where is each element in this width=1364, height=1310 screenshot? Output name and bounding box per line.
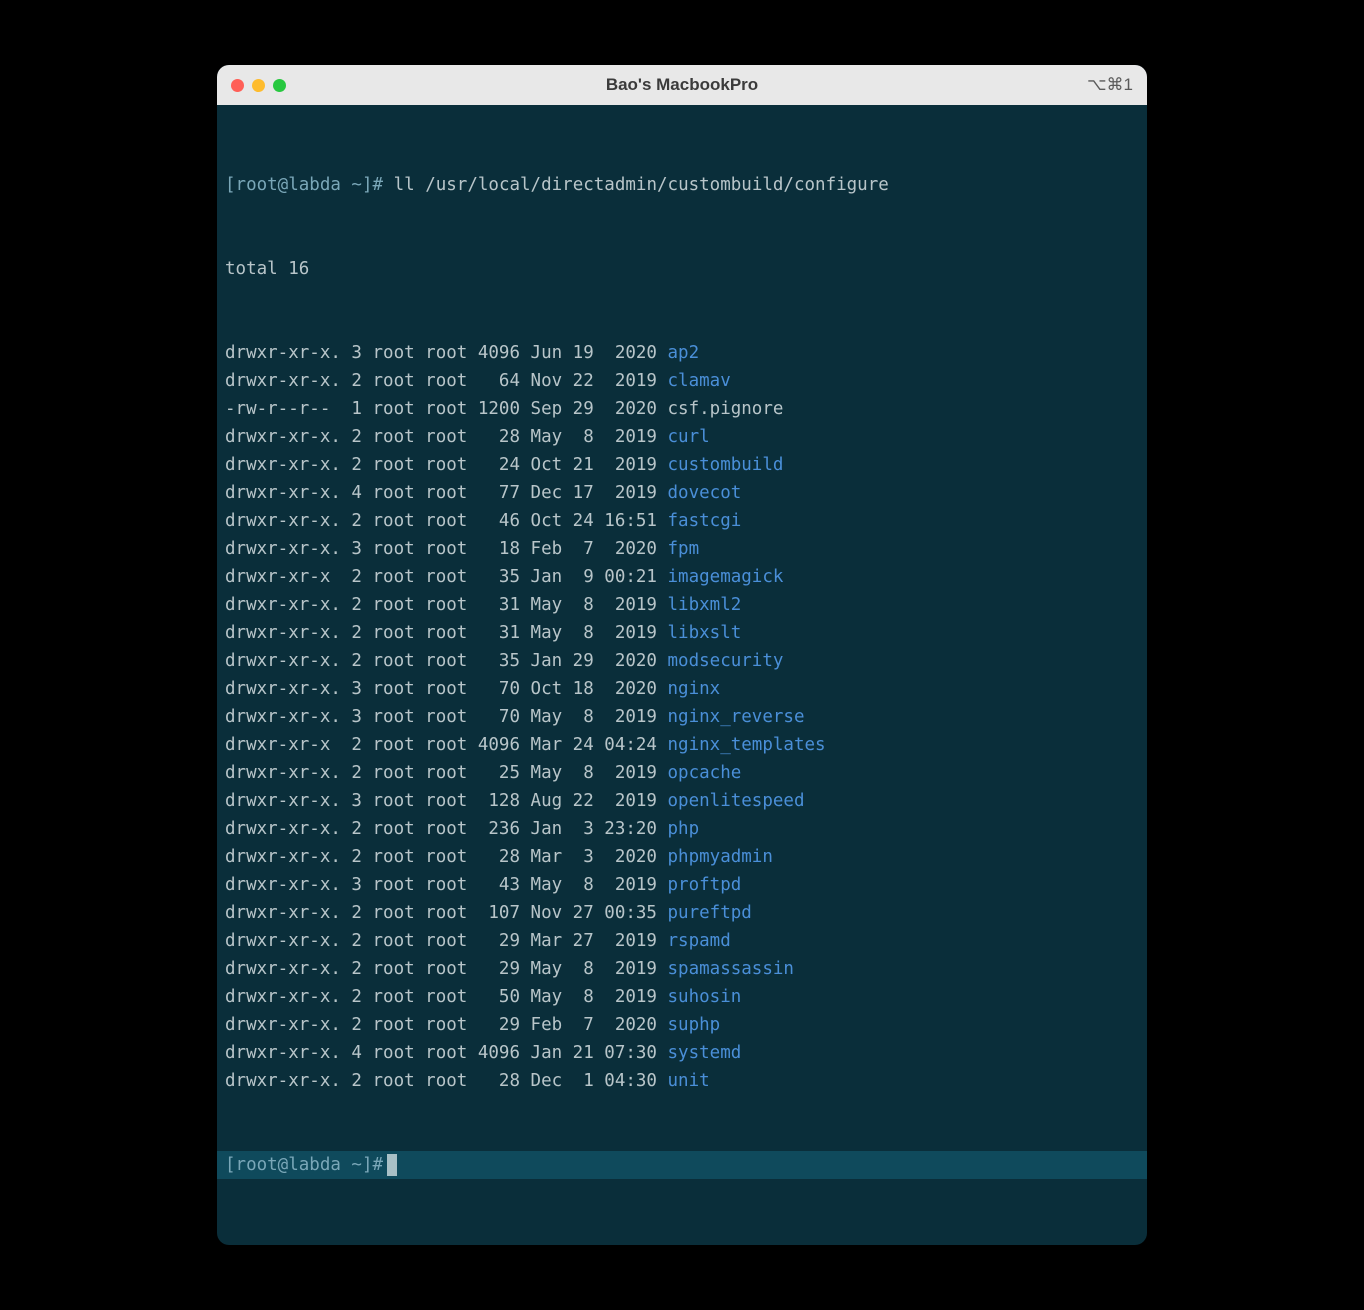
maximize-button[interactable]: [273, 79, 286, 92]
list-item: -rw-r--r-- 1 root root 1200 Sep 29 2020 …: [225, 395, 1139, 423]
file-meta: drwxr-xr-x. 3 root root 70 May 8 2019: [225, 707, 668, 727]
directory-name: proftpd: [668, 875, 742, 895]
list-item: drwxr-xr-x. 3 root root 70 May 8 2019 ng…: [225, 703, 1139, 731]
close-button[interactable]: [231, 79, 244, 92]
directory-name: suhosin: [668, 987, 742, 1007]
list-item: drwxr-xr-x. 3 root root 18 Feb 7 2020 fp…: [225, 535, 1139, 563]
file-meta: drwxr-xr-x 2 root root 35 Jan 9 00:21: [225, 567, 668, 587]
list-item: drwxr-xr-x. 2 root root 24 Oct 21 2019 c…: [225, 451, 1139, 479]
list-item: drwxr-xr-x. 2 root root 31 May 8 2019 li…: [225, 619, 1139, 647]
terminal-content[interactable]: [root@labda ~]# ll /usr/local/directadmi…: [217, 105, 1147, 1245]
file-meta: drwxr-xr-x. 2 root root 31 May 8 2019: [225, 595, 668, 615]
current-prompt-line[interactable]: [root@labda ~]#: [217, 1151, 1147, 1179]
list-item: drwxr-xr-x. 2 root root 50 May 8 2019 su…: [225, 983, 1139, 1011]
file-meta: drwxr-xr-x. 3 root root 128 Aug 22 2019: [225, 791, 668, 811]
minimize-button[interactable]: [252, 79, 265, 92]
file-meta: drwxr-xr-x. 2 root root 25 May 8 2019: [225, 763, 668, 783]
command-text: ll /usr/local/directadmin/custombuild/co…: [394, 175, 889, 195]
directory-name: phpmyadmin: [668, 847, 773, 867]
directory-name: suphp: [668, 1015, 721, 1035]
list-item: drwxr-xr-x. 3 root root 4096 Jun 19 2020…: [225, 339, 1139, 367]
directory-name: opcache: [668, 763, 742, 783]
directory-name: libxml2: [668, 595, 742, 615]
file-meta: drwxr-xr-x 2 root root 4096 Mar 24 04:24: [225, 735, 668, 755]
list-item: drwxr-xr-x. 2 root root 29 Mar 27 2019 r…: [225, 927, 1139, 955]
file-meta: drwxr-xr-x. 2 root root 28 May 8 2019: [225, 427, 668, 447]
list-item: drwxr-xr-x. 2 root root 107 Nov 27 00:35…: [225, 899, 1139, 927]
terminal-window: Bao's MacbookPro ⌥⌘1 [root@labda ~]# ll …: [217, 65, 1147, 1245]
list-item: drwxr-xr-x. 2 root root 31 May 8 2019 li…: [225, 591, 1139, 619]
list-item: drwxr-xr-x. 2 root root 64 Nov 22 2019 c…: [225, 367, 1139, 395]
cursor: [387, 1154, 397, 1176]
directory-name: pureftpd: [668, 903, 752, 923]
total-line: total 16: [225, 255, 1139, 283]
directory-name: dovecot: [668, 483, 742, 503]
list-item: drwxr-xr-x. 2 root root 29 Feb 7 2020 su…: [225, 1011, 1139, 1039]
directory-name: nginx: [668, 679, 721, 699]
file-meta: drwxr-xr-x. 2 root root 29 May 8 2019: [225, 959, 668, 979]
file-meta: drwxr-xr-x. 2 root root 107 Nov 27 00:35: [225, 903, 668, 923]
directory-name: custombuild: [668, 455, 784, 475]
file-meta: drwxr-xr-x. 2 root root 50 May 8 2019: [225, 987, 668, 1007]
directory-name: libxslt: [668, 623, 742, 643]
directory-name: rspamd: [668, 931, 731, 951]
file-meta: drwxr-xr-x. 3 root root 4096 Jun 19 2020: [225, 343, 668, 363]
window-shortcut: ⌥⌘1: [1087, 75, 1133, 95]
directory-name: fpm: [668, 539, 700, 559]
directory-name: imagemagick: [668, 567, 784, 587]
directory-name: fastcgi: [668, 511, 742, 531]
directory-name: modsecurity: [668, 651, 784, 671]
file-listing: drwxr-xr-x. 3 root root 4096 Jun 19 2020…: [225, 339, 1139, 1095]
window-title: Bao's MacbookPro: [217, 75, 1147, 95]
file-meta: drwxr-xr-x. 3 root root 43 May 8 2019: [225, 875, 668, 895]
list-item: drwxr-xr-x. 2 root root 29 May 8 2019 sp…: [225, 955, 1139, 983]
directory-name: unit: [668, 1071, 710, 1091]
list-item: drwxr-xr-x. 3 root root 70 Oct 18 2020 n…: [225, 675, 1139, 703]
file-meta: drwxr-xr-x. 2 root root 236 Jan 3 23:20: [225, 819, 668, 839]
file-meta: drwxr-xr-x. 2 root root 35 Jan 29 2020: [225, 651, 668, 671]
directory-name: ap2: [668, 343, 700, 363]
file-meta: drwxr-xr-x. 4 root root 4096 Jan 21 07:3…: [225, 1043, 668, 1063]
file-meta: -rw-r--r-- 1 root root 1200 Sep 29 2020: [225, 399, 668, 419]
list-item: drwxr-xr-x. 2 root root 28 Dec 1 04:30 u…: [225, 1067, 1139, 1095]
list-item: drwxr-xr-x 2 root root 4096 Mar 24 04:24…: [225, 731, 1139, 759]
prompt: [root@labda ~]#: [225, 1151, 383, 1179]
file-meta: drwxr-xr-x. 2 root root 29 Mar 27 2019: [225, 931, 668, 951]
directory-name: systemd: [668, 1043, 742, 1063]
list-item: drwxr-xr-x. 2 root root 46 Oct 24 16:51 …: [225, 507, 1139, 535]
list-item: drwxr-xr-x. 3 root root 43 May 8 2019 pr…: [225, 871, 1139, 899]
list-item: drwxr-xr-x. 3 root root 128 Aug 22 2019 …: [225, 787, 1139, 815]
file-meta: drwxr-xr-x. 2 root root 28 Mar 3 2020: [225, 847, 668, 867]
directory-name: nginx_templates: [668, 735, 826, 755]
file-meta: drwxr-xr-x. 2 root root 24 Oct 21 2019: [225, 455, 668, 475]
directory-name: clamav: [668, 371, 731, 391]
list-item: drwxr-xr-x. 2 root root 28 May 8 2019 cu…: [225, 423, 1139, 451]
titlebar: Bao's MacbookPro ⌥⌘1: [217, 65, 1147, 105]
file-meta: drwxr-xr-x. 4 root root 77 Dec 17 2019: [225, 483, 668, 503]
list-item: drwxr-xr-x. 4 root root 4096 Jan 21 07:3…: [225, 1039, 1139, 1067]
directory-name: nginx_reverse: [668, 707, 805, 727]
file-meta: drwxr-xr-x. 2 root root 31 May 8 2019: [225, 623, 668, 643]
file-meta: drwxr-xr-x. 2 root root 46 Oct 24 16:51: [225, 511, 668, 531]
prompt: [root@labda ~]#: [225, 175, 383, 195]
list-item: drwxr-xr-x 2 root root 35 Jan 9 00:21 im…: [225, 563, 1139, 591]
list-item: drwxr-xr-x. 2 root root 236 Jan 3 23:20 …: [225, 815, 1139, 843]
list-item: drwxr-xr-x. 4 root root 77 Dec 17 2019 d…: [225, 479, 1139, 507]
directory-name: openlitespeed: [668, 791, 805, 811]
list-item: drwxr-xr-x. 2 root root 28 Mar 3 2020 ph…: [225, 843, 1139, 871]
command-line: [root@labda ~]# ll /usr/local/directadmi…: [225, 171, 1139, 199]
file-meta: drwxr-xr-x. 3 root root 70 Oct 18 2020: [225, 679, 668, 699]
directory-name: spamassassin: [668, 959, 794, 979]
file-name: csf.pignore: [668, 399, 784, 419]
file-meta: drwxr-xr-x. 3 root root 18 Feb 7 2020: [225, 539, 668, 559]
list-item: drwxr-xr-x. 2 root root 25 May 8 2019 op…: [225, 759, 1139, 787]
list-item: drwxr-xr-x. 2 root root 35 Jan 29 2020 m…: [225, 647, 1139, 675]
file-meta: drwxr-xr-x. 2 root root 28 Dec 1 04:30: [225, 1071, 668, 1091]
directory-name: php: [668, 819, 700, 839]
directory-name: curl: [668, 427, 710, 447]
file-meta: drwxr-xr-x. 2 root root 29 Feb 7 2020: [225, 1015, 668, 1035]
file-meta: drwxr-xr-x. 2 root root 64 Nov 22 2019: [225, 371, 668, 391]
traffic-lights: [231, 79, 286, 92]
